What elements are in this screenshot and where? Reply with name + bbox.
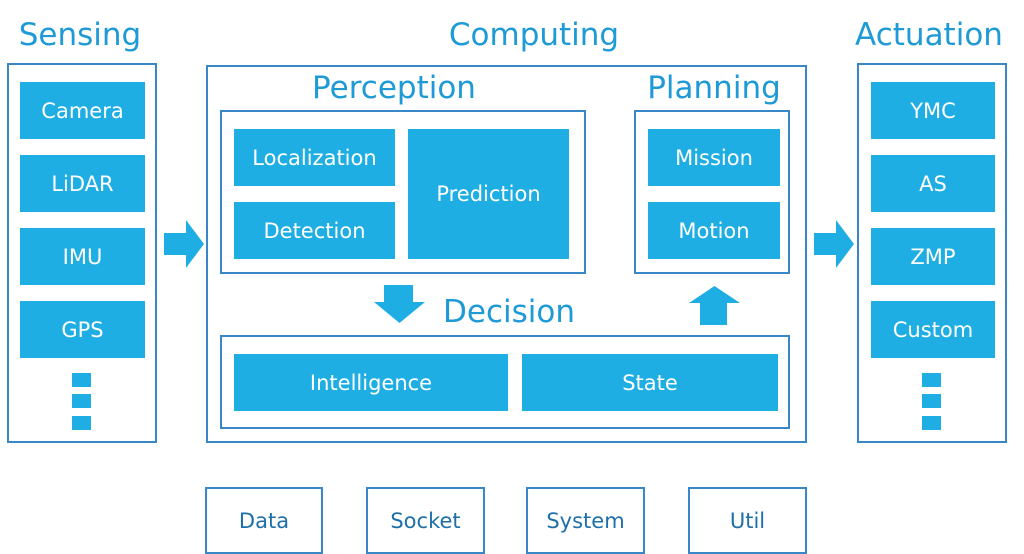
localization-block: Localization	[234, 129, 395, 186]
util-data: Data	[205, 487, 323, 554]
actuation-as: AS	[871, 155, 995, 212]
prediction-block: Prediction	[408, 129, 569, 259]
computing-title: Computing	[448, 17, 620, 53]
actuation-custom: Custom	[871, 301, 995, 358]
actuation-title: Actuation	[855, 17, 1003, 53]
sensing-lidar: LiDAR	[20, 155, 145, 212]
decision-title: Decision	[443, 294, 575, 330]
state-block: State	[522, 354, 778, 411]
perception-title: Perception	[312, 70, 476, 106]
detection-block: Detection	[234, 202, 395, 259]
sensing-gps: GPS	[20, 301, 145, 358]
util-socket: Socket	[366, 487, 485, 554]
sensing-imu: IMU	[20, 228, 145, 285]
right-arrow-icon	[164, 220, 204, 268]
actuation-ymc: YMC	[871, 82, 995, 139]
sensing-camera: Camera	[20, 82, 145, 139]
util-util: Util	[688, 487, 807, 554]
down-arrow-icon	[374, 285, 425, 323]
actuation-zmp: ZMP	[871, 228, 995, 285]
up-arrow-icon	[689, 286, 740, 325]
sensing-title: Sensing	[18, 17, 142, 53]
ellipsis-dot	[72, 394, 91, 408]
ellipsis-dot	[72, 373, 91, 387]
motion-block: Motion	[648, 202, 780, 259]
ellipsis-dot	[922, 373, 941, 387]
ellipsis-dot	[72, 416, 91, 430]
ellipsis-dot	[922, 416, 941, 430]
util-system: System	[526, 487, 645, 554]
planning-title: Planning	[647, 70, 781, 106]
ellipsis-dot	[922, 394, 941, 408]
intelligence-block: Intelligence	[234, 354, 508, 411]
mission-block: Mission	[648, 129, 780, 186]
right-arrow-icon	[814, 220, 854, 268]
